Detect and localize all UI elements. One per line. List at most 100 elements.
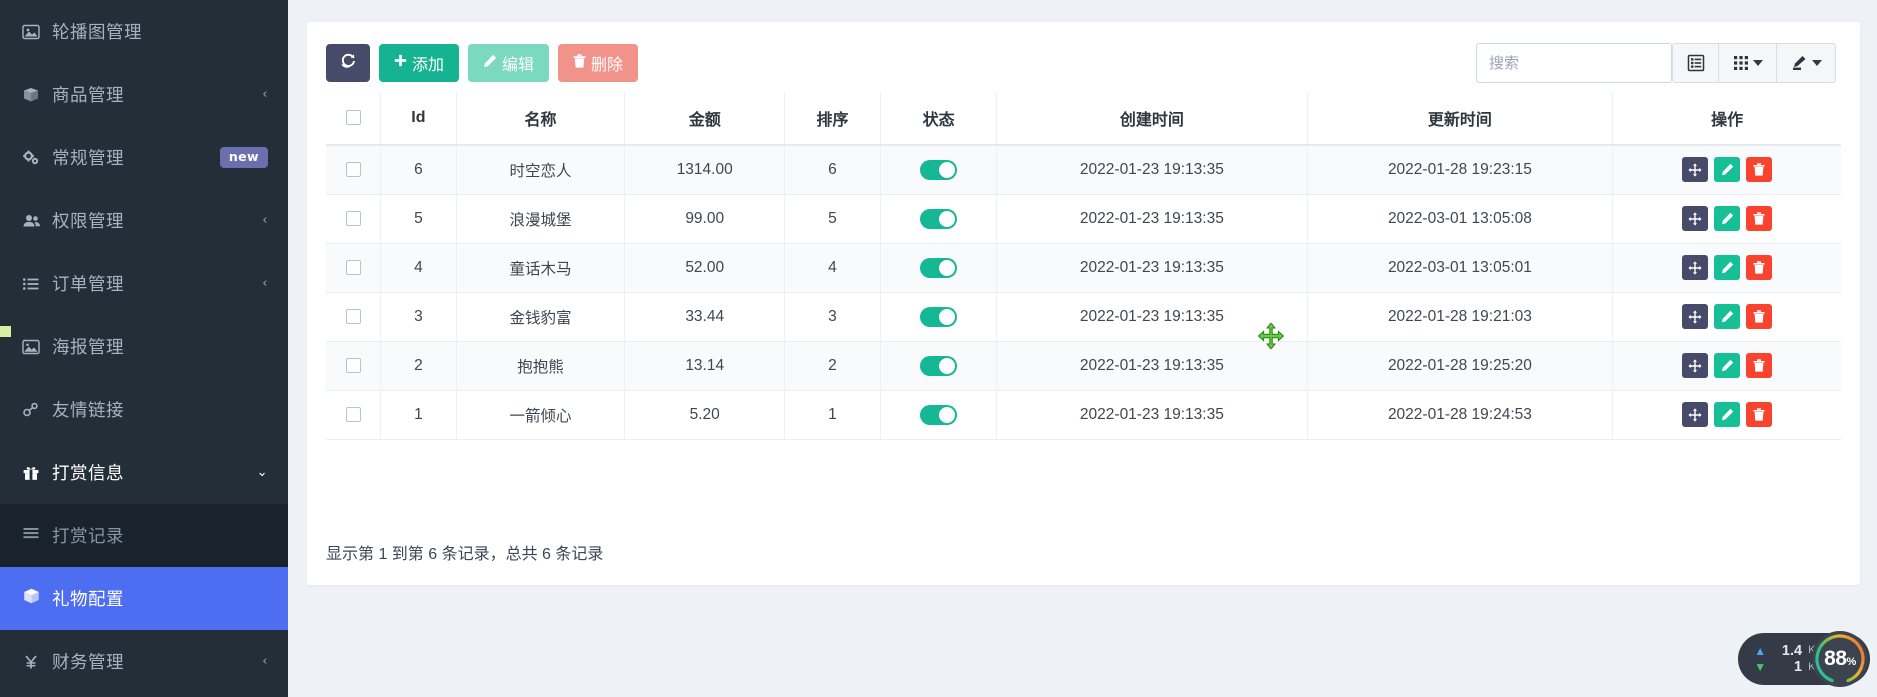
sidebar-item-finance[interactable]: 财务管理 ‹ [0, 630, 288, 693]
chevron-left-icon: ‹ [262, 88, 268, 101]
delete-row-button[interactable] [1746, 353, 1772, 378]
row-select-cell [326, 341, 381, 390]
delete-button[interactable]: 删除 [558, 44, 638, 82]
row-action-group [1619, 206, 1835, 231]
status-toggle[interactable] [920, 209, 957, 229]
cell-actions [1613, 390, 1841, 439]
cell-state [880, 292, 996, 341]
column-header-name[interactable]: 名称 [456, 92, 625, 145]
refresh-button[interactable] [326, 44, 370, 82]
status-toggle[interactable] [920, 356, 957, 376]
status-toggle[interactable] [920, 160, 957, 180]
export-icon[interactable] [1777, 44, 1835, 82]
cpu-usage-value: 88% [1824, 647, 1856, 671]
table-header-row: Id 名称 金额 排序 状态 创建时间 更新时间 操作 [326, 92, 1841, 145]
cell-id: 3 [381, 292, 456, 341]
row-action-group [1619, 157, 1835, 182]
cell-state [880, 341, 996, 390]
sidebar-item-carousel[interactable]: 轮播图管理 [0, 0, 288, 63]
table-row[interactable]: 5浪漫城堡99.0052022-01-23 19:13:352022-03-01… [326, 194, 1841, 243]
download-speed-value: 1 [1772, 660, 1802, 675]
chevron-down-icon [1812, 60, 1822, 66]
sidebar: 轮播图管理 商品管理 ‹ 常规管理 new 权限管理 ‹ 订单管理 ‹ [0, 0, 288, 697]
row-checkbox[interactable] [346, 260, 361, 275]
sidebar-subitem-reward-records[interactable]: 打赏记录 [0, 504, 288, 567]
move-button[interactable] [1682, 353, 1708, 378]
status-toggle[interactable] [920, 307, 957, 327]
table-row[interactable]: 6时空恋人1314.0062022-01-23 19:13:352022-01-… [326, 145, 1841, 194]
sidebar-item-label: 订单管理 [52, 271, 262, 296]
row-checkbox[interactable] [346, 407, 361, 422]
move-button[interactable] [1682, 157, 1708, 182]
row-checkbox[interactable] [346, 358, 361, 373]
edit-row-button[interactable] [1714, 353, 1740, 378]
plus-icon [394, 54, 407, 72]
row-action-group [1619, 402, 1835, 427]
edit-row-button[interactable] [1714, 206, 1740, 231]
box-icon [22, 86, 52, 104]
table-row[interactable]: 1一箭倾心5.2012022-01-23 19:13:352022-01-28 … [326, 390, 1841, 439]
table-tools-group [1672, 43, 1836, 83]
status-toggle[interactable] [920, 405, 957, 425]
status-toggle[interactable] [920, 258, 957, 278]
cell-name: 抱抱熊 [456, 341, 625, 390]
row-checkbox[interactable] [346, 162, 361, 177]
sidebar-item-order[interactable]: 订单管理 ‹ [0, 252, 288, 315]
select-all-checkbox[interactable] [346, 110, 361, 125]
edit-row-button[interactable] [1714, 304, 1740, 329]
move-button[interactable] [1682, 255, 1708, 280]
edit-button[interactable]: 编辑 [468, 44, 549, 82]
sidebar-item-reward[interactable]: 打赏信息 ⌄ [0, 441, 288, 504]
cell-updated-time: 2022-01-28 19:23:15 [1307, 145, 1613, 194]
move-button[interactable] [1682, 206, 1708, 231]
column-header-created[interactable]: 创建时间 [997, 92, 1307, 145]
cpu-usage-gauge[interactable]: 88% [1812, 631, 1868, 687]
sidebar-item-friendlink[interactable]: 友情链接 [0, 378, 288, 441]
edit-row-button[interactable] [1714, 255, 1740, 280]
sidebar-item-label: 海报管理 [52, 334, 268, 359]
edit-row-button[interactable] [1714, 402, 1740, 427]
delete-row-button[interactable] [1746, 206, 1772, 231]
table-row[interactable]: 3金钱豹富33.4432022-01-23 19:13:352022-01-28… [326, 292, 1841, 341]
column-header-state[interactable]: 状态 [880, 92, 996, 145]
sidebar-item-poster[interactable]: 海报管理 [0, 315, 288, 378]
picture-icon [22, 338, 52, 356]
add-button[interactable]: 添加 [379, 44, 459, 82]
cell-amount: 5.20 [625, 390, 785, 439]
delete-row-button[interactable] [1746, 157, 1772, 182]
sidebar-item-label: 财务管理 [52, 649, 262, 674]
cell-sort: 5 [785, 194, 881, 243]
toolbar-button-group: 添加 编辑 删除 [326, 44, 638, 82]
delete-row-button[interactable] [1746, 255, 1772, 280]
cell-updated-time: 2022-01-28 19:24:53 [1307, 390, 1613, 439]
delete-row-button[interactable] [1746, 402, 1772, 427]
move-button[interactable] [1682, 402, 1708, 427]
edit-row-button[interactable] [1714, 157, 1740, 182]
sidebar-subitem-gift-config[interactable]: 礼物配置 [0, 567, 288, 630]
cell-updated-time: 2022-03-01 13:05:08 [1307, 194, 1613, 243]
list-view-icon[interactable] [1673, 44, 1719, 82]
cell-created-time: 2022-01-23 19:13:35 [997, 145, 1307, 194]
delete-row-button[interactable] [1746, 304, 1772, 329]
network-monitor-widget[interactable]: ▲ 1.4 K/s ▼ 1 K/s [1738, 633, 1870, 685]
upload-speed-value: 1.4 [1772, 644, 1802, 659]
sidebar-item-general[interactable]: 常规管理 new [0, 126, 288, 189]
row-select-cell [326, 292, 381, 341]
column-header-sort[interactable]: 排序 [785, 92, 881, 145]
table-row[interactable]: 2抱抱熊13.1422022-01-23 19:13:352022-01-28 … [326, 341, 1841, 390]
column-header-id[interactable]: Id [381, 92, 456, 145]
move-button[interactable] [1682, 304, 1708, 329]
row-action-group [1619, 304, 1835, 329]
table-row[interactable]: 4童话木马52.0042022-01-23 19:13:352022-03-01… [326, 243, 1841, 292]
sidebar-item-permission[interactable]: 权限管理 ‹ [0, 189, 288, 252]
cell-created-time: 2022-01-23 19:13:35 [997, 243, 1307, 292]
columns-grid-icon[interactable] [1719, 44, 1777, 82]
cell-name: 童话木马 [456, 243, 625, 292]
column-header-amount[interactable]: 金额 [625, 92, 785, 145]
sidebar-item-goods[interactable]: 商品管理 ‹ [0, 63, 288, 126]
row-checkbox[interactable] [346, 309, 361, 324]
sidebar-item-label: 常规管理 [52, 145, 220, 170]
row-checkbox[interactable] [346, 211, 361, 226]
search-input[interactable] [1476, 43, 1672, 83]
column-header-updated[interactable]: 更新时间 [1307, 92, 1613, 145]
